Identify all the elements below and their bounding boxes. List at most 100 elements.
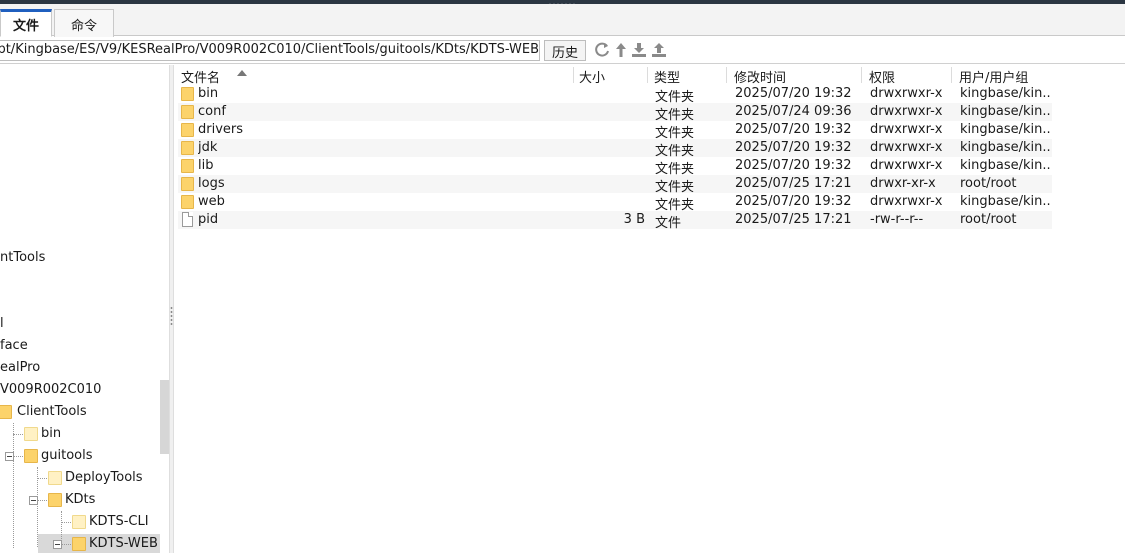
cell-modified: 2025/07/20 19:32 <box>735 158 852 173</box>
tree-item-label: ealPro <box>0 360 41 375</box>
cell-owner: root/root <box>960 212 1017 227</box>
folder-icon <box>181 105 194 119</box>
file-row-jdk[interactable]: jdk 文件夹 2025/07/20 19:32 drwxrwxr-x kingbase… <box>178 139 1052 159</box>
tree-item-label: face <box>0 338 28 353</box>
download-icon[interactable] <box>630 41 648 59</box>
up-directory-icon[interactable] <box>612 41 630 59</box>
cell-perm: -rw-r--r-- <box>870 212 924 227</box>
splitter-grip-icon[interactable] <box>170 306 173 326</box>
tree-scrollbar-thumb[interactable] <box>160 380 169 454</box>
column-divider[interactable] <box>647 67 648 83</box>
column-divider[interactable] <box>726 67 727 83</box>
tree-item-clienttools[interactable]: ClientTools <box>0 402 160 422</box>
cell-name: logs <box>198 176 225 191</box>
column-header-label: 文件名 <box>181 71 221 86</box>
upload-icon[interactable] <box>650 41 668 59</box>
cell-perm: drwxrwxr-x <box>870 122 943 137</box>
file-list[interactable]: 文件名 大小 类型 修改时间 权限 用户/用户组 bin 文件夹 2025/07/2… <box>174 65 1125 553</box>
path-text: /opt/Kingbase/ES/V9/KESRealPro/V009R002C… <box>0 42 539 57</box>
collapse-icon[interactable] <box>29 496 38 505</box>
folder-icon <box>72 537 86 551</box>
cell-name: jdk <box>198 140 218 155</box>
cell-perm: drwxrwxr-x <box>870 86 943 101</box>
sort-ascending-icon <box>237 70 247 76</box>
folder-icon <box>181 87 194 101</box>
cell-perm: drwxrwxr-x <box>870 158 943 173</box>
folder-icon <box>48 471 62 485</box>
file-row-conf[interactable]: conf 文件夹 2025/07/24 09:36 drwxrwxr-x kingbas… <box>178 103 1052 123</box>
column-header-permission[interactable]: 权限 <box>869 65 949 86</box>
cell-owner: kingbase/kin... <box>960 104 1052 119</box>
file-icon <box>182 212 193 227</box>
file-row-logs[interactable]: logs 文件夹 2025/07/25 17:21 drwxr-xr-x root/ro… <box>178 175 1052 195</box>
cell-modified: 2025/07/20 19:32 <box>735 140 852 155</box>
collapse-icon[interactable] <box>5 452 14 461</box>
folder-icon <box>181 141 194 155</box>
tree-item-label: V009R002C010 <box>0 382 102 397</box>
file-row-web[interactable]: web 文件夹 2025/07/20 19:32 drwxrwxr-x kingbase… <box>178 193 1052 213</box>
tree-item-label: bin <box>41 426 62 441</box>
refresh-icon[interactable] <box>593 41 611 59</box>
column-header-owner[interactable]: 用户/用户组 <box>959 65 1054 86</box>
file-row-drivers[interactable]: drivers 文件夹 2025/07/20 19:32 drwxrwxr-x king… <box>178 121 1052 141</box>
tree-item-guitools[interactable]: guitools <box>0 446 160 466</box>
folder-icon <box>181 123 194 137</box>
history-button[interactable]: 历史 <box>544 40 586 61</box>
column-divider[interactable] <box>573 67 574 83</box>
file-row-pid[interactable]: pid 3 B 文件 2025/07/25 17:21 -rw-r--r-- root/r… <box>178 211 1052 231</box>
folder-icon <box>48 493 62 507</box>
directory-tree[interactable]: ntTools l face ealPro V009R002C010 Clien… <box>0 65 169 553</box>
cell-modified: 2025/07/24 09:36 <box>735 104 852 119</box>
cell-owner: kingbase/kin... <box>960 140 1052 155</box>
column-header-modified[interactable]: 修改时间 <box>734 65 860 86</box>
column-header-type[interactable]: 类型 <box>654 65 726 86</box>
cell-name: conf <box>198 104 226 119</box>
cell-name: lib <box>198 158 214 173</box>
address-bar: /opt/Kingbase/ES/V9/KESRealPro/V009R002C… <box>0 37 1125 64</box>
tree-item-label: ClientTools <box>17 404 87 419</box>
folder-icon <box>181 159 194 173</box>
column-divider[interactable] <box>861 67 862 83</box>
folder-icon <box>181 177 194 191</box>
tab-bar: 文件 命令 <box>0 4 1125 37</box>
cell-name: pid <box>198 212 219 227</box>
cell-name: bin <box>198 86 219 101</box>
file-row-lib[interactable]: lib 文件夹 2025/07/20 19:32 drwxrwxr-x kingbase… <box>178 157 1052 177</box>
column-header-name[interactable]: 文件名 <box>181 65 573 86</box>
tree-item-kdts-web[interactable]: KDTS-WEB <box>0 534 160 553</box>
tab-commands[interactable]: 命令 <box>54 9 114 37</box>
cell-perm: drwxr-xr-x <box>870 176 936 191</box>
cell-modified: 2025/07/20 19:32 <box>735 194 852 209</box>
tree-item-label: ntTools <box>0 250 46 265</box>
file-row-bin[interactable]: bin 文件夹 2025/07/20 19:32 drwxrwxr-x kingbase… <box>178 85 1052 105</box>
cell-name: web <box>198 194 225 209</box>
cell-modified: 2025/07/25 17:21 <box>735 212 852 227</box>
cell-name: drivers <box>198 122 244 137</box>
cell-type: 文件 <box>655 216 682 231</box>
tree-item-label: KDTS-CLI <box>89 514 149 529</box>
tree-item-kdts[interactable]: KDts <box>0 490 160 510</box>
tree-item-bin[interactable]: bin <box>0 424 160 444</box>
tree-item-label: KDTS-WEB <box>89 536 158 551</box>
cell-owner: kingbase/kin... <box>960 158 1052 173</box>
folder-icon <box>72 515 86 529</box>
tree-item-deploytools[interactable]: DeployTools <box>0 468 160 488</box>
tree-item-label: guitools <box>41 448 93 463</box>
collapse-icon[interactable] <box>53 540 62 549</box>
column-divider[interactable] <box>951 67 952 83</box>
column-header-size[interactable]: 大小 <box>579 65 647 86</box>
cell-modified: 2025/07/20 19:32 <box>735 86 852 101</box>
cell-owner: kingbase/kin... <box>960 194 1052 209</box>
tree-item-kdts-cli[interactable]: KDTS-CLI <box>0 512 160 532</box>
cell-owner: kingbase/kin... <box>960 86 1052 101</box>
cell-size: 3 B <box>623 212 645 227</box>
path-input[interactable]: /opt/Kingbase/ES/V9/KESRealPro/V009R002C… <box>0 40 540 61</box>
tab-files[interactable]: 文件 <box>0 9 52 37</box>
cell-perm: drwxrwxr-x <box>870 104 943 119</box>
tree-item-label: KDts <box>65 492 96 507</box>
tree-item-label: DeployTools <box>65 470 143 485</box>
cell-modified: 2025/07/25 17:21 <box>735 176 852 191</box>
folder-icon <box>0 405 12 419</box>
cell-owner: root/root <box>960 176 1017 191</box>
cell-modified: 2025/07/20 19:32 <box>735 122 852 137</box>
